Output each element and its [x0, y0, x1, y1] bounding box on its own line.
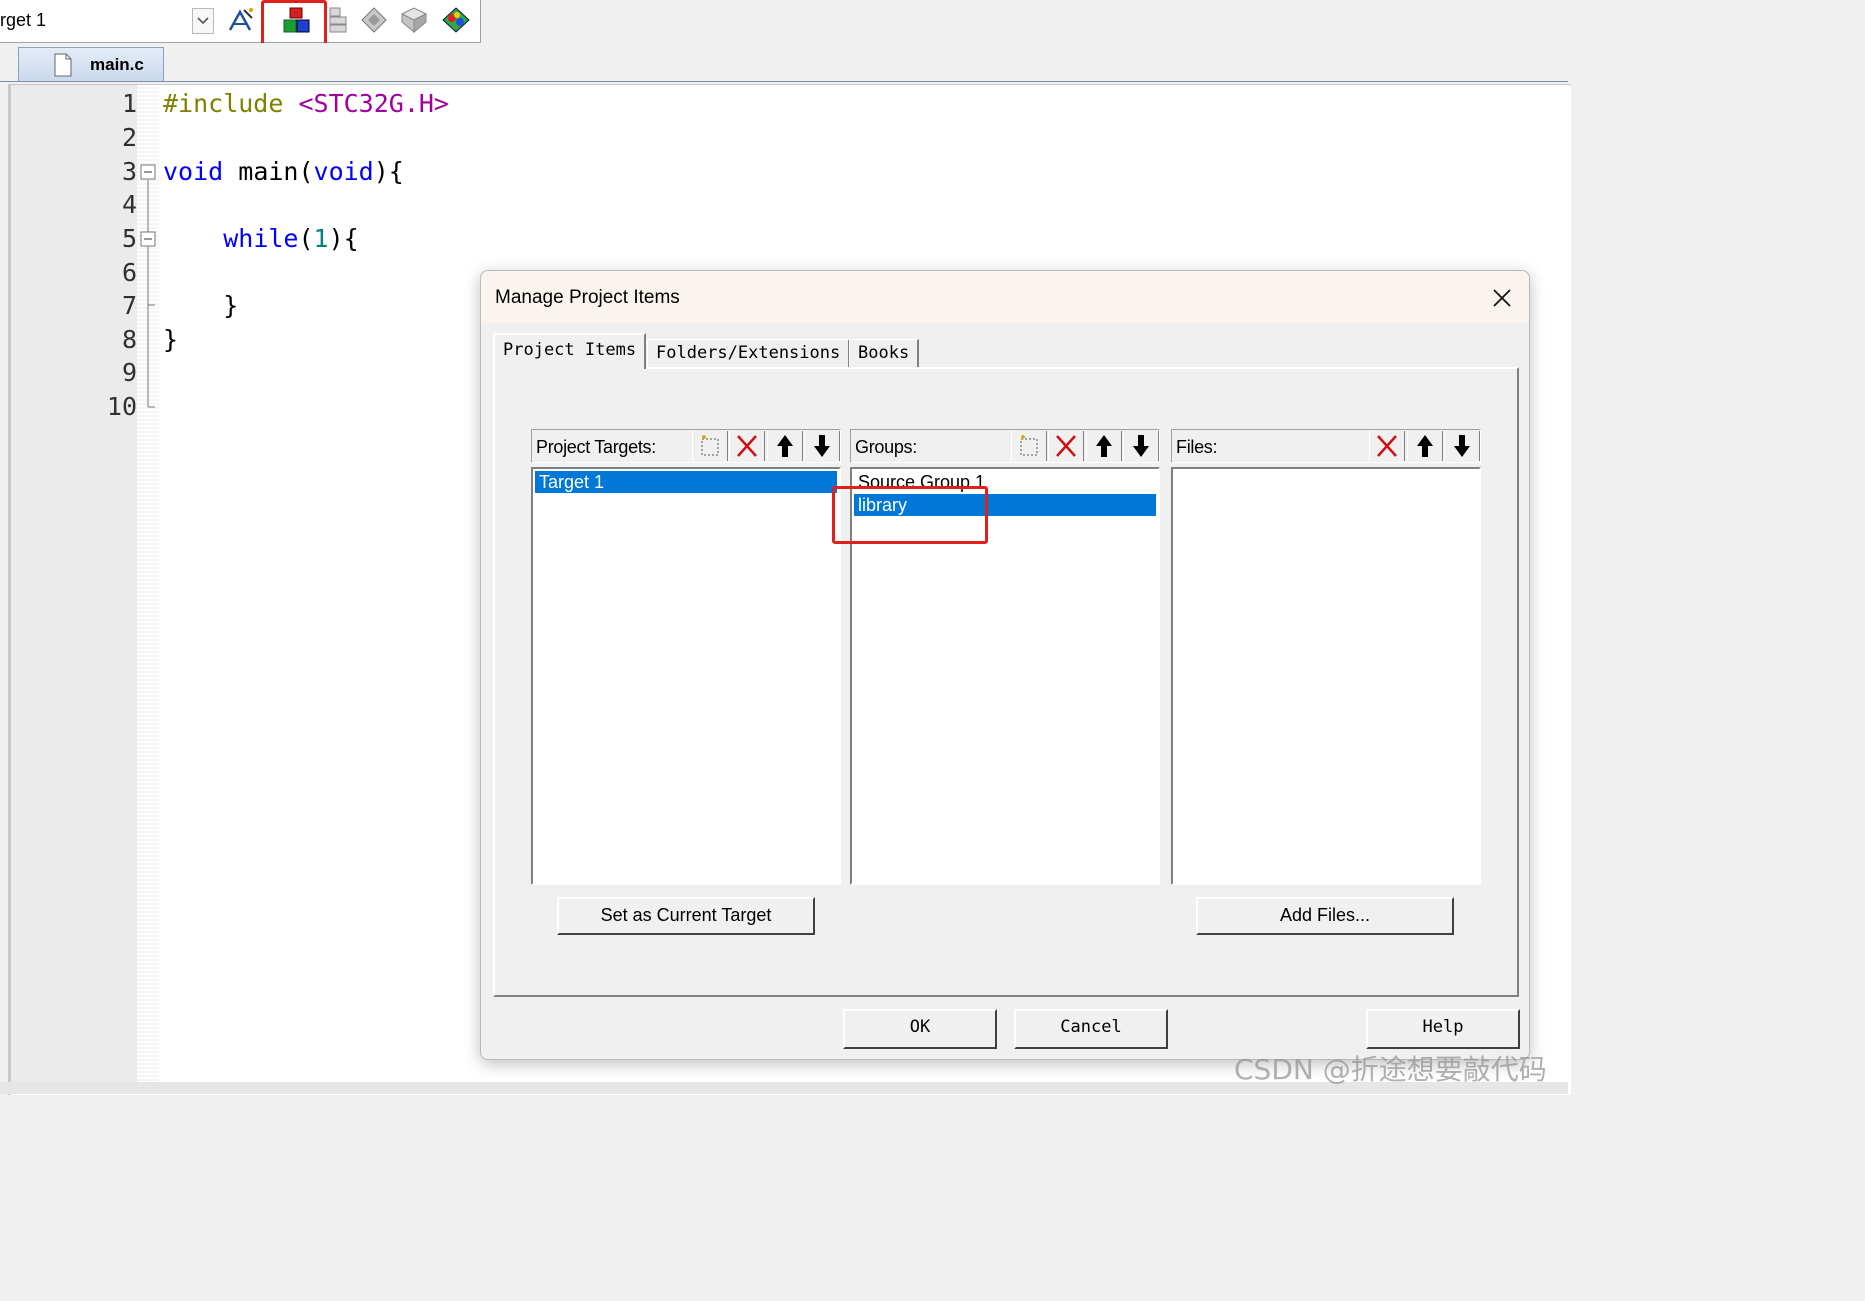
files-header: Files: [1171, 429, 1481, 463]
line-number: 7 [121, 291, 137, 320]
set-current-target-button[interactable]: Set as Current Target [557, 897, 815, 935]
add-files-button[interactable]: Add Files... [1196, 897, 1454, 935]
target-item[interactable]: Target 1 [535, 471, 837, 493]
move-target-up-button[interactable] [767, 431, 803, 461]
chevron-down-icon [197, 17, 209, 25]
code-text: main( [223, 157, 314, 186]
move-file-up-button[interactable] [1407, 431, 1443, 461]
code-text: ( [298, 224, 314, 253]
line-number: 5 [121, 224, 137, 253]
move-target-down-button[interactable] [804, 431, 840, 461]
line-number: 8 [121, 325, 137, 354]
manage-rte-icon[interactable] [358, 4, 390, 36]
help-button[interactable]: Help [1366, 1009, 1520, 1049]
fold-collapse-icon[interactable] [140, 231, 156, 247]
fold-margin [137, 85, 159, 1085]
keyword: void [313, 157, 374, 186]
preprocessor-directive: #include [163, 89, 284, 118]
file-icon [54, 53, 72, 77]
build-toolbar: rget 1 [0, 0, 481, 53]
include-path: <STC32G.H> [283, 89, 449, 118]
target-select-label[interactable]: rget 1 [0, 10, 46, 31]
line-number: 1 [121, 89, 137, 118]
delete-icon [1056, 435, 1076, 457]
close-icon [1493, 289, 1511, 307]
targets-label: Project Targets: [536, 437, 656, 457]
ok-button[interactable]: OK [843, 1009, 997, 1049]
manage-project-items-dialog: Manage Project Items Project Items Folde… [480, 270, 1530, 1060]
move-group-down-button[interactable] [1123, 431, 1159, 461]
tab-books[interactable]: Books [849, 339, 920, 367]
line-number: 3 [121, 157, 137, 186]
delete-icon [1377, 435, 1397, 457]
line-number: 4 [121, 190, 137, 219]
translate-icon[interactable] [224, 4, 256, 36]
move-group-up-button[interactable] [1086, 431, 1122, 461]
groups-label: Groups: [855, 437, 917, 457]
close-button[interactable] [1487, 283, 1517, 313]
tab-project-items[interactable]: Project Items [493, 333, 647, 369]
line-number: 9 [121, 358, 137, 387]
file-tab-main-c[interactable]: main.c [18, 47, 164, 81]
target-dropdown-button[interactable] [192, 8, 214, 34]
arrow-down-icon [1133, 435, 1149, 457]
arrow-up-icon [1096, 435, 1112, 457]
editor-tab-strip: main.c [0, 43, 1568, 82]
arrow-up-icon [1417, 435, 1433, 457]
code-line-7: } [163, 291, 238, 320]
groups-highlight-box [832, 486, 988, 544]
arrow-down-icon [1454, 435, 1470, 457]
targets-header: Project Targets: [531, 429, 841, 463]
dialog-titlebar[interactable]: Manage Project Items [481, 271, 1529, 323]
delete-group-button[interactable] [1048, 431, 1084, 461]
cancel-button[interactable]: Cancel [1014, 1009, 1168, 1049]
delete-target-button[interactable] [729, 431, 765, 461]
code-line-3: void main(void){ [163, 157, 404, 186]
files-listbox[interactable] [1171, 467, 1481, 885]
code-line-5: while(1){ [163, 224, 359, 253]
code-line-1: #include <STC32G.H> [163, 89, 449, 118]
line-number-gutter: 1 2 3 4 5 6 7 8 9 10 [11, 85, 137, 1085]
new-item-icon [1020, 435, 1038, 456]
arrow-down-icon [814, 435, 830, 457]
delete-file-button[interactable] [1369, 431, 1405, 461]
pack-installer-icon[interactable] [398, 4, 430, 36]
new-item-icon [701, 435, 719, 456]
code-text: ){ [328, 224, 359, 253]
arrow-up-icon [777, 435, 793, 457]
delete-icon [737, 435, 757, 457]
new-target-button[interactable] [692, 431, 728, 461]
file-tab-label: main.c [90, 55, 144, 74]
line-number: 6 [121, 258, 137, 287]
line-number: 10 [106, 392, 137, 421]
code-text: } [163, 325, 179, 354]
groups-header: Groups: [850, 429, 1160, 463]
code-line-8: } [163, 325, 178, 354]
number-literal: 1 [313, 224, 329, 253]
tab-folders-extensions[interactable]: Folders/Extensions [647, 339, 851, 367]
code-text: ){ [373, 157, 404, 186]
code-text: } [163, 291, 239, 320]
keyword: void [163, 157, 224, 186]
new-group-button[interactable] [1011, 431, 1047, 461]
watermark: CSDN @折途想要敲代码 [1234, 1053, 1547, 1086]
files-label: Files: [1176, 437, 1218, 457]
line-number: 2 [121, 123, 137, 152]
move-file-down-button[interactable] [1444, 431, 1480, 461]
dialog-title: Manage Project Items [495, 287, 680, 308]
fold-collapse-icon[interactable] [140, 164, 156, 180]
targets-listbox[interactable]: Target 1 [531, 467, 841, 885]
project-map-icon[interactable] [440, 4, 472, 36]
keyword: while [223, 224, 299, 253]
